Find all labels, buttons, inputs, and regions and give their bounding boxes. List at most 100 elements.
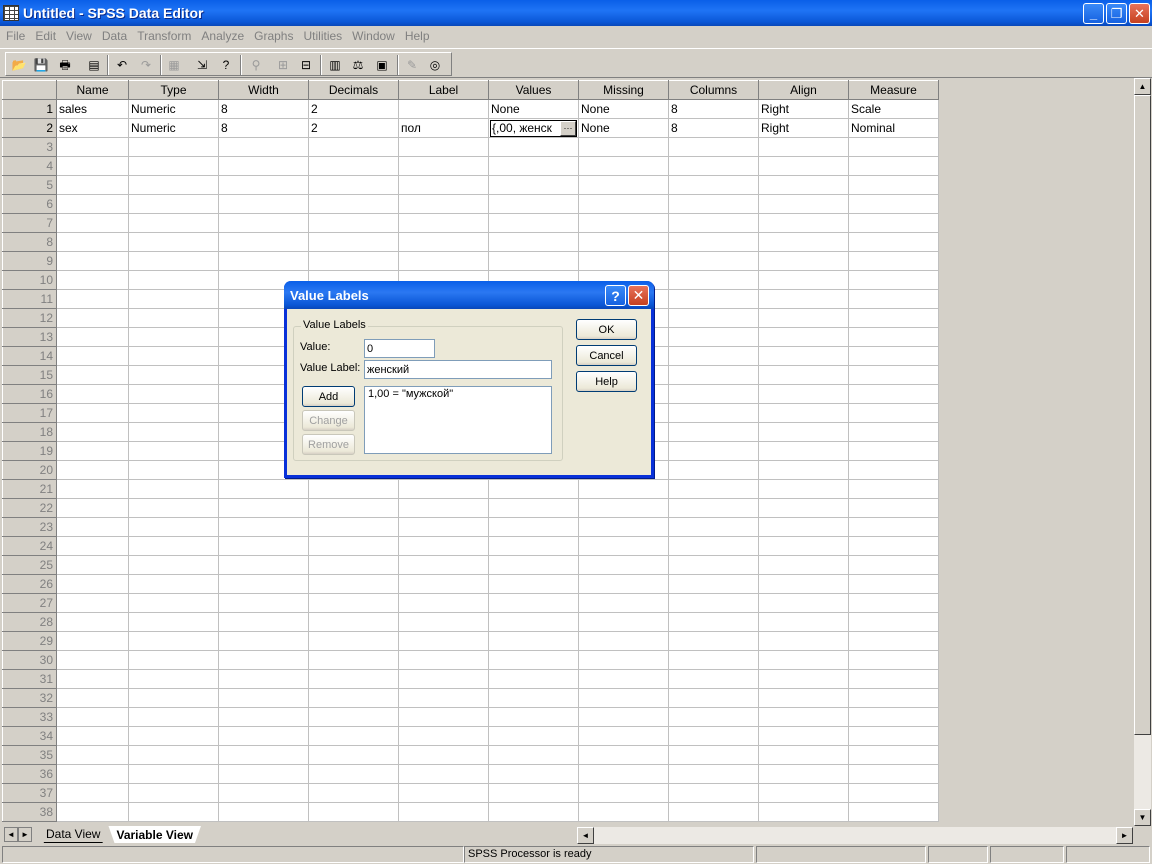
cell-missing[interactable]: None	[578, 118, 669, 138]
empty-cell[interactable]	[668, 498, 759, 518]
empty-cell[interactable]	[56, 688, 129, 708]
empty-cell[interactable]	[398, 707, 489, 727]
empty-cell[interactable]	[308, 498, 399, 518]
row-header[interactable]: 2	[2, 118, 57, 138]
empty-cell[interactable]	[56, 764, 129, 784]
empty-cell[interactable]	[488, 593, 579, 613]
empty-cell[interactable]	[56, 707, 129, 727]
cell-name[interactable]: sales	[56, 99, 129, 119]
empty-cell[interactable]	[128, 327, 219, 347]
empty-cell[interactable]	[578, 479, 669, 499]
use-sets-icon[interactable]: ◎	[425, 56, 445, 74]
empty-cell[interactable]	[128, 498, 219, 518]
empty-cell[interactable]	[758, 422, 849, 442]
empty-cell[interactable]	[398, 137, 489, 157]
corner-cell[interactable]	[2, 80, 57, 100]
row-header[interactable]: 9	[2, 251, 57, 271]
menu-data[interactable]: Data	[98, 29, 133, 43]
empty-cell[interactable]	[668, 289, 759, 309]
empty-cell[interactable]	[848, 498, 939, 518]
scroll-right-icon[interactable]: ►	[1116, 827, 1133, 844]
empty-cell[interactable]	[218, 574, 309, 594]
empty-cell[interactable]	[128, 251, 219, 271]
empty-cell[interactable]	[848, 707, 939, 727]
empty-cell[interactable]	[758, 270, 849, 290]
empty-cell[interactable]	[128, 536, 219, 556]
empty-cell[interactable]	[848, 194, 939, 214]
empty-cell[interactable]	[56, 251, 129, 271]
row-header[interactable]: 11	[2, 289, 57, 309]
col-header-columns[interactable]: Columns	[668, 80, 759, 100]
empty-cell[interactable]	[578, 669, 669, 689]
empty-cell[interactable]	[128, 213, 219, 233]
empty-cell[interactable]	[758, 631, 849, 651]
empty-cell[interactable]	[758, 308, 849, 328]
empty-cell[interactable]	[128, 517, 219, 537]
empty-cell[interactable]	[668, 612, 759, 632]
empty-cell[interactable]	[848, 232, 939, 252]
cell-type[interactable]: Numeric	[128, 118, 219, 138]
empty-cell[interactable]	[56, 555, 129, 575]
empty-cell[interactable]	[398, 745, 489, 765]
empty-cell[interactable]	[578, 612, 669, 632]
empty-cell[interactable]	[488, 631, 579, 651]
empty-cell[interactable]	[128, 688, 219, 708]
empty-cell[interactable]	[308, 517, 399, 537]
empty-cell[interactable]	[56, 327, 129, 347]
empty-cell[interactable]	[56, 479, 129, 499]
empty-cell[interactable]	[56, 574, 129, 594]
cell-measure[interactable]: Nominal	[848, 118, 939, 138]
minimize-button[interactable]: _	[1083, 3, 1104, 24]
menu-edit[interactable]: Edit	[31, 29, 62, 43]
row-header[interactable]: 18	[2, 422, 57, 442]
empty-cell[interactable]	[218, 194, 309, 214]
row-header[interactable]: 4	[2, 156, 57, 176]
empty-cell[interactable]	[758, 403, 849, 423]
menu-view[interactable]: View	[62, 29, 98, 43]
empty-cell[interactable]	[668, 574, 759, 594]
empty-cell[interactable]	[488, 156, 579, 176]
row-header[interactable]: 27	[2, 593, 57, 613]
row-header[interactable]: 5	[2, 175, 57, 195]
empty-cell[interactable]	[848, 612, 939, 632]
row-header[interactable]: 34	[2, 726, 57, 746]
empty-cell[interactable]	[758, 251, 849, 271]
row-header[interactable]: 14	[2, 346, 57, 366]
row-header[interactable]: 36	[2, 764, 57, 784]
menu-utilities[interactable]: Utilities	[299, 29, 348, 43]
empty-cell[interactable]	[848, 403, 939, 423]
row-header[interactable]: 12	[2, 308, 57, 328]
row-header[interactable]: 33	[2, 707, 57, 727]
empty-cell[interactable]	[848, 688, 939, 708]
spss-app-icon[interactable]	[3, 5, 19, 21]
empty-cell[interactable]	[758, 289, 849, 309]
empty-cell[interactable]	[758, 650, 849, 670]
empty-cell[interactable]	[398, 175, 489, 195]
row-header[interactable]: 6	[2, 194, 57, 214]
menu-transform[interactable]: Transform	[133, 29, 197, 43]
empty-cell[interactable]	[488, 707, 579, 727]
empty-cell[interactable]	[668, 308, 759, 328]
empty-cell[interactable]	[668, 194, 759, 214]
cell-width[interactable]: 8	[218, 118, 309, 138]
col-header-measure[interactable]: Measure	[848, 80, 939, 100]
empty-cell[interactable]	[488, 213, 579, 233]
empty-cell[interactable]	[758, 802, 849, 822]
empty-cell[interactable]	[56, 384, 129, 404]
cancel-button[interactable]: Cancel	[576, 345, 637, 366]
cell-measure[interactable]: Scale	[848, 99, 939, 119]
col-header-decimals[interactable]: Decimals	[308, 80, 399, 100]
value-labels-list[interactable]: 1,00 = "мужской"	[364, 386, 552, 454]
tab-prev-icon[interactable]: ◄	[4, 827, 18, 842]
empty-cell[interactable]	[488, 669, 579, 689]
cell-values-active[interactable]: {,00, женск ···	[488, 118, 579, 138]
empty-cell[interactable]	[848, 574, 939, 594]
empty-cell[interactable]	[578, 688, 669, 708]
empty-cell[interactable]	[488, 726, 579, 746]
empty-cell[interactable]	[128, 137, 219, 157]
empty-cell[interactable]	[758, 479, 849, 499]
empty-cell[interactable]	[848, 365, 939, 385]
tab-data-view[interactable]: Data View	[38, 826, 108, 843]
empty-cell[interactable]	[128, 726, 219, 746]
empty-cell[interactable]	[488, 251, 579, 271]
